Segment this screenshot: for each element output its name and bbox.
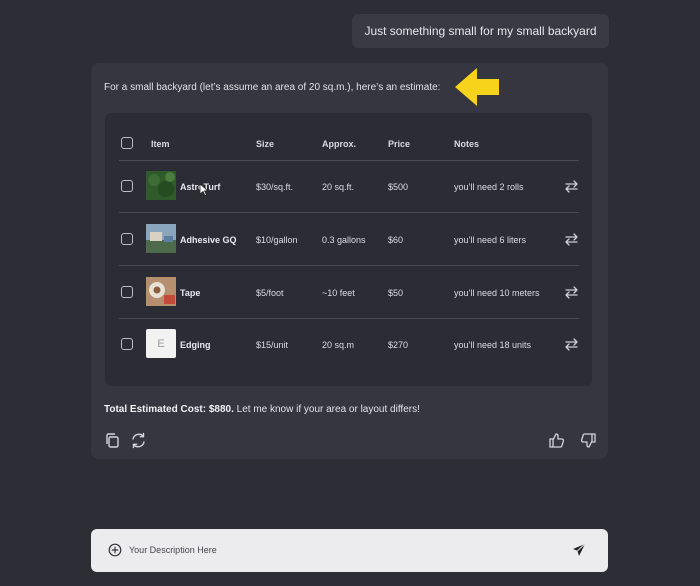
total-estimate-text: Total Estimated Cost: $880. Let me know … [104,404,420,415]
table-cell-price: $60 [388,235,404,245]
header-divider [119,160,579,161]
table-cell-approx: 20 sq.m [322,340,355,350]
table-cell-notes: you’ll need 2 rolls [454,182,524,192]
table-cell-size: $10/gallon [256,235,298,245]
swap-icon[interactable] [564,286,579,299]
table-cell-approx: ~10 feet [322,288,355,298]
assistant-intro-text: For a small backyard (let’s assume an ar… [104,82,441,93]
table-cell-item: Tape [180,288,201,298]
plus-circle-icon[interactable] [108,543,122,557]
swap-icon[interactable] [564,338,579,351]
row-divider [119,212,579,213]
total-label: Total Estimated Cost: $880. [104,404,234,415]
table-cell-item: Adhesive GQ [180,235,237,245]
row-checkbox[interactable] [121,233,133,245]
table-cell-price: $50 [388,288,404,298]
regenerate-icon[interactable] [130,432,147,449]
table-cell-notes: you’ll need 6 liters [454,235,527,245]
column-header-approx: Approx. [322,139,357,149]
table-cell-size: $15/unit [256,340,289,350]
table-cell-approx: 0.3 gallons [322,235,366,245]
select-all-checkbox[interactable] [121,137,133,149]
table-cell-price: $270 [388,340,409,350]
mouse-cursor-icon [199,183,208,196]
tape-thumbnail [146,277,176,306]
adhesive-thumbnail [146,224,176,253]
column-header-item: Item [151,139,170,149]
astroturf-thumbnail [146,171,176,200]
column-header-notes: Notes [454,139,480,149]
column-header-price: Price [388,139,411,149]
arrow-pointer-icon [455,68,499,106]
table-cell-price: $500 [388,182,409,192]
row-divider [119,318,579,319]
thumbs-down-icon[interactable] [580,432,597,449]
column-header-size: Size [256,139,275,149]
edging-thumbnail: E [146,329,176,358]
row-checkbox[interactable] [121,286,133,298]
swap-icon[interactable] [564,233,579,246]
user-message-bubble: Just something small for my small backya… [352,14,609,48]
table-cell-notes: you’ll need 10 meters [454,288,540,298]
thumbs-up-icon[interactable] [548,432,565,449]
table-cell-approx: 20 sq.ft. [322,182,355,192]
table-cell-item: Edging [180,340,211,350]
total-suffix: Let me know if your area or layout diffe… [233,404,420,415]
user-message-text: Just something small for my small backya… [364,24,597,38]
send-icon[interactable] [572,543,586,557]
swap-icon[interactable] [564,180,579,193]
table-cell-size: $30/sq.ft. [256,182,294,192]
row-divider [119,265,579,266]
table-cell-size: $5/foot [256,288,284,298]
table-cell-notes: you’ll need 18 units [454,340,532,350]
copy-icon[interactable] [104,432,121,449]
message-input[interactable]: Your Description Here [129,545,217,555]
row-checkbox[interactable] [121,180,133,192]
row-checkbox[interactable] [121,338,133,350]
